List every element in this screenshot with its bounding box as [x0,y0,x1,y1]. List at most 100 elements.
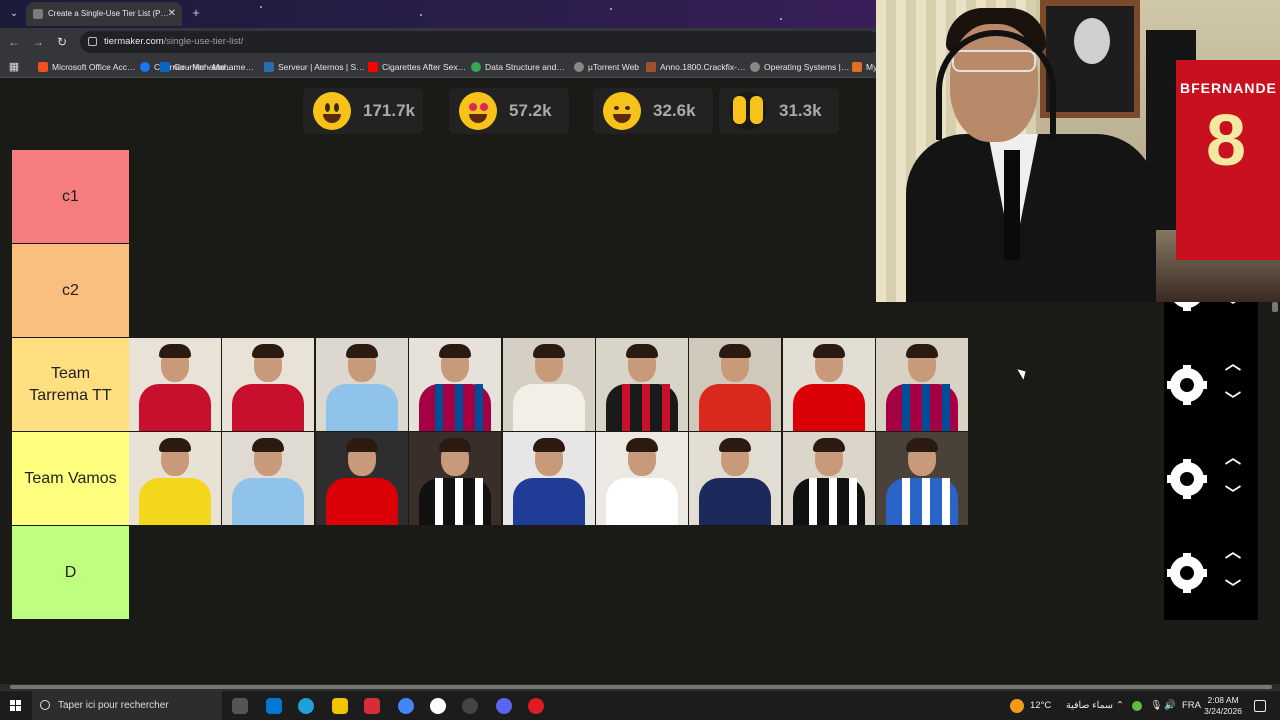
steam-icon[interactable] [462,698,478,714]
app-icon[interactable] [430,698,446,714]
url-path: /single-use-tier-list/ [163,36,244,47]
apps-grid-icon[interactable]: ▦ [6,59,22,75]
reaction-heart-eyes[interactable]: 57.2k [449,88,569,134]
discord-icon[interactable] [496,698,512,714]
tab-search-icon[interactable]: ⌄ [6,6,22,22]
jersey-name: BFERNANDE [1180,80,1277,96]
tier-drop-zone[interactable] [129,526,1164,619]
player-card[interactable] [596,432,688,525]
bookmark-item[interactable]: Serveur | Aternos | S… [264,60,365,74]
windows-start-icon[interactable] [10,700,22,712]
site-info-icon[interactable] [88,37,97,46]
taskbar-search[interactable]: Taper ici pour rechercher [32,691,222,720]
player-card[interactable] [876,338,969,431]
chevron-down-icon[interactable]: ﹀ [1224,580,1242,598]
headset [936,30,1056,140]
language-indicator[interactable]: FRA [1182,691,1201,720]
player-card[interactable] [502,338,595,431]
weather-temp[interactable]: 12°C [1030,691,1051,720]
windows-taskbar: Taper ici pour rechercher 12°C سماء صافي… [0,690,1280,720]
address-bar[interactable]: tiermaker.com/single-use-tier-list/ [80,31,880,53]
tier-drop-zone[interactable] [129,432,1164,525]
tab-title: Create a Single-Use Tier List (P… [48,9,169,18]
gear-icon[interactable] [1167,365,1207,405]
gear-icon[interactable] [1167,459,1207,499]
weather-icon[interactable] [1010,699,1024,713]
grinning-face-icon [313,92,351,130]
tier-label[interactable]: Team Tarrema TT [12,338,129,431]
player-card[interactable] [409,432,502,525]
search-icon [40,700,50,710]
tier-controls: ︿﹀ [1164,338,1258,432]
player-card[interactable] [876,432,969,525]
bookmark-item[interactable]: My [852,60,877,74]
reaction-count: 171.7k [363,101,415,120]
reaction-raising-hands[interactable]: 31.3k [719,88,839,134]
file-explorer-icon[interactable] [332,698,348,714]
reaction-tears-of-joy[interactable]: 32.6k [593,88,713,134]
tray-chevron-icon[interactable]: ⌃ [1116,691,1124,720]
player-card[interactable] [222,432,315,525]
tab-close-icon[interactable]: ✕ [168,2,176,26]
player-card[interactable] [596,338,688,431]
reaction-count: 32.6k [653,101,696,120]
player-card[interactable] [409,338,502,431]
chevron-down-icon[interactable]: ﹀ [1224,392,1242,410]
forward-arrow-icon[interactable]: → [30,34,46,50]
edge-icon[interactable] [298,698,314,714]
clock[interactable]: 2:08 AM 3/24/2026 [1204,695,1242,717]
site-icon [852,62,862,72]
tears-of-joy-face-icon [603,92,641,130]
tier-label[interactable]: Team Vamos [12,432,129,525]
vertical-scrollbar[interactable] [1272,302,1278,312]
bookmark-item[interactable]: Data Structure and… [471,60,565,74]
player-card[interactable] [315,432,408,525]
site-icon [646,62,656,72]
search-placeholder: Taper ici pour rechercher [58,700,169,711]
volume-icon[interactable]: 🔊 [1164,691,1176,720]
bookmark-item[interactable]: Courrier - Mohame… [160,60,254,74]
bookmark-item[interactable]: Operating Systems |… [750,60,849,74]
tiermaker-favicon-icon [33,9,43,19]
new-tab-icon[interactable]: + [188,5,204,21]
chrome-icon[interactable] [398,698,414,714]
player-card[interactable] [689,432,782,525]
player-card[interactable] [782,432,875,525]
browser-tab-active[interactable]: Create a Single-Use Tier List (P… ✕ [26,2,182,26]
tier-row: Team Tarrema TT ︿ ﹀ [12,338,1258,432]
player-card[interactable] [689,338,782,431]
chevron-up-icon[interactable]: ︿ [1224,450,1242,468]
bookmark-item[interactable]: µTorrent Web [574,60,639,74]
wps-office-icon[interactable] [364,698,380,714]
chevron-up-icon[interactable]: ︿ [1224,544,1242,562]
reaction-grinning[interactable]: 171.7k [303,88,423,134]
tier-label[interactable]: c1 [12,150,129,243]
task-view-icon[interactable] [232,698,248,714]
bookmark-item[interactable]: Microsoft Office Acc… [38,60,135,74]
youtube-icon [368,62,378,72]
player-card[interactable] [315,338,408,431]
bookmark-item[interactable]: Cigarettes After Sex… [368,60,466,74]
utorrent-icon [574,62,584,72]
microphone-icon[interactable]: 🎙 [1150,691,1162,720]
gear-icon[interactable] [1167,553,1207,593]
player-card[interactable] [222,338,315,431]
back-arrow-icon[interactable]: ← [6,34,22,50]
bookmark-item[interactable]: Anno.1800.Crackfix-… [646,60,746,74]
tier-label[interactable]: D [12,526,129,619]
tier-label[interactable]: c2 [12,244,129,337]
chevron-up-icon[interactable]: ︿ [1224,356,1242,374]
weather-desc[interactable]: سماء صافية [1066,691,1113,720]
tray-app-icon[interactable] [1132,701,1142,711]
tier-controls: ︿﹀ [1164,432,1258,526]
tier-drop-zone[interactable] [129,338,1164,431]
opera-icon[interactable] [528,698,544,714]
chevron-down-icon[interactable]: ﹀ [1224,486,1242,504]
player-card[interactable] [502,432,595,525]
player-card[interactable] [129,338,221,431]
reload-icon[interactable]: ↻ [54,34,70,50]
player-card[interactable] [129,432,221,525]
player-card[interactable] [782,338,875,431]
outlook-icon[interactable] [266,698,282,714]
notifications-icon[interactable] [1254,700,1266,712]
